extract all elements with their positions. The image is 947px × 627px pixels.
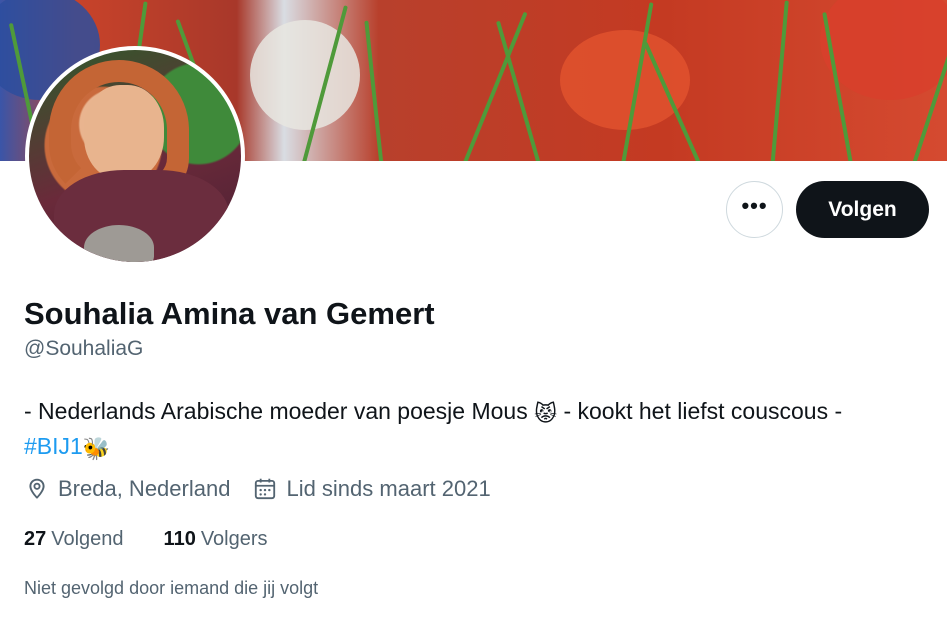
location-item: Breda, Nederland bbox=[24, 476, 230, 502]
cat-emoji: 😾 bbox=[534, 401, 558, 426]
follow-button[interactable]: Volgen bbox=[796, 181, 929, 238]
calendar-icon bbox=[255, 478, 276, 500]
following-link[interactable]: 27 Volgend bbox=[24, 528, 124, 551]
banner-decor bbox=[560, 30, 690, 130]
followers-label: Volgers bbox=[200, 528, 268, 550]
banner-decor bbox=[250, 20, 360, 130]
followers-count: 110 bbox=[163, 528, 196, 550]
follow-context-text: Niet gevolgd door iemand die jij volgt bbox=[24, 578, 319, 598]
location-text: Breda, Nederland bbox=[58, 476, 231, 501]
more-options-button[interactable]: ••• bbox=[726, 181, 783, 238]
profile-bio: - Nederlands Arabische moeder van poesje… bbox=[24, 395, 924, 465]
avatar-cat bbox=[84, 225, 154, 262]
bee-emoji: 🐝 bbox=[82, 436, 111, 461]
follow-counts: 27 Volgend 110 Volgers bbox=[24, 528, 308, 551]
bio-text-2: - kookt het liefst couscous - bbox=[563, 398, 843, 424]
location-pin-icon bbox=[29, 478, 45, 499]
display-name: Souhalia Amina van Gemert bbox=[24, 296, 435, 331]
avatar-face bbox=[84, 85, 164, 180]
hashtag-link[interactable]: #BIJ1 bbox=[24, 433, 83, 459]
banner-decor bbox=[364, 20, 384, 161]
bio-text: - Nederlands Arabische moeder van poesje… bbox=[24, 398, 528, 424]
more-icon: ••• bbox=[741, 192, 768, 218]
joined-text: Lid sinds maart 2021 bbox=[286, 476, 491, 501]
following-count: 27 bbox=[24, 528, 47, 550]
profile-meta: Breda, Nederland Lid sinds maart 2021 bbox=[24, 476, 513, 502]
profile-avatar[interactable] bbox=[25, 46, 245, 266]
joined-item: Lid sinds maart 2021 bbox=[252, 476, 491, 502]
following-label: Volgend bbox=[51, 528, 124, 550]
banner-decor bbox=[495, 20, 544, 161]
banner-decor bbox=[770, 0, 789, 161]
user-handle: @SouhaliaG bbox=[24, 337, 144, 360]
followers-link[interactable]: 110 Volgers bbox=[164, 528, 268, 551]
